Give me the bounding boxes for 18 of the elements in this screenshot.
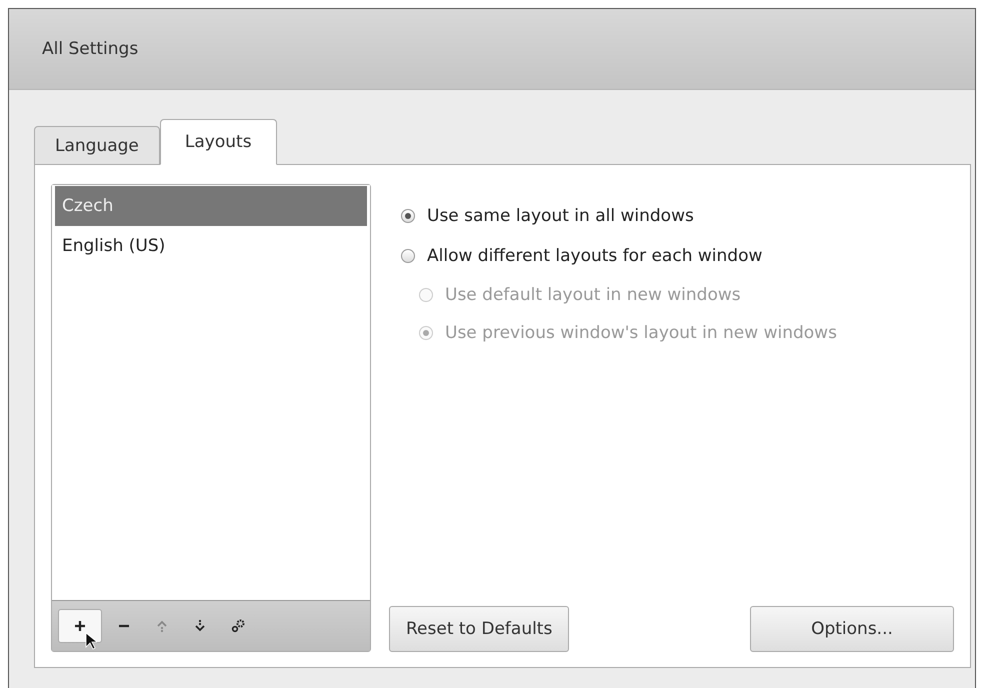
radio-button[interactable]	[401, 209, 415, 223]
plus-icon	[73, 619, 87, 633]
tab[interactable]: Language	[34, 126, 160, 165]
gears-icon	[231, 619, 245, 633]
option-label: Allow different layouts for each window	[427, 246, 762, 266]
tab[interactable]: Layouts	[160, 119, 277, 165]
down-arrow-icon	[193, 619, 207, 633]
options-button[interactable]: Options...	[750, 606, 954, 652]
list-item[interactable]: Czech	[55, 186, 367, 226]
up-arrow-icon	[155, 619, 169, 633]
radio-button[interactable]	[401, 249, 415, 263]
option-label: Use same layout in all windows	[427, 206, 694, 226]
mouse-pointer-icon	[85, 632, 97, 650]
list-item[interactable]: English (US)	[55, 226, 367, 266]
window-title: All Settings	[42, 39, 138, 59]
reset-button[interactable]: Reset to Defaults	[389, 606, 570, 652]
option-label: Use previous window's layout in new windows	[445, 323, 837, 343]
option-label: Use default layout in new windows	[445, 285, 741, 305]
